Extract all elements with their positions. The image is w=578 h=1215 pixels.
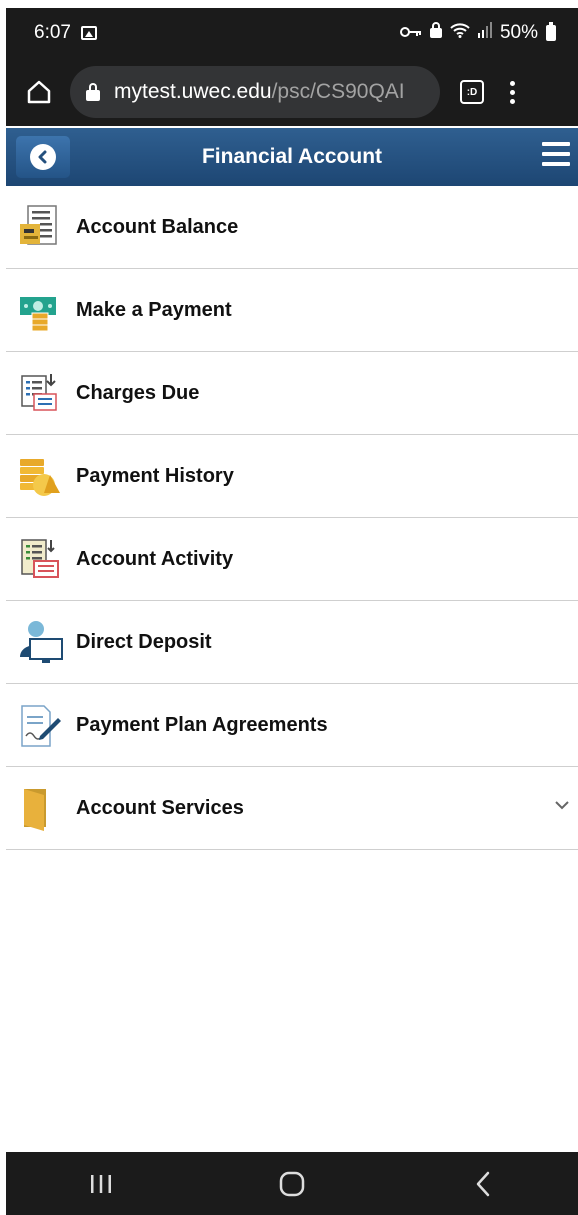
payment-plan-icon — [14, 700, 64, 750]
lock-icon — [86, 83, 100, 101]
account-activity-icon — [14, 534, 64, 584]
charges-due-icon — [14, 368, 64, 418]
menu-item-payment-plan-agreements[interactable]: Payment Plan Agreements — [6, 684, 578, 767]
url-domain: mytest.uwec.edu — [114, 80, 272, 103]
lock-status-icon — [429, 22, 442, 44]
menu-item-payment-history[interactable]: Payment History — [6, 435, 578, 518]
back-button[interactable] — [16, 136, 70, 178]
page-title: Financial Account — [201, 145, 383, 168]
folder-icon — [14, 783, 64, 833]
menu-item-account-services[interactable]: Account Services — [6, 767, 578, 850]
menu-item-label: Payment History — [76, 464, 234, 487]
chevron-down-icon[interactable] — [554, 797, 570, 815]
hamburger-menu-icon[interactable] — [542, 140, 570, 168]
menu-item-label: Account Balance — [76, 215, 239, 238]
home-icon[interactable] — [22, 75, 56, 109]
tab-switcher-button[interactable]: :D — [460, 80, 484, 104]
menu-item-account-activity[interactable]: Account Activity — [6, 518, 578, 601]
financial-account-menu: Account Balance Make a Payment Charges D… — [6, 186, 578, 850]
menu-item-label: Payment Plan Agreements — [76, 713, 328, 736]
app-header: Financial Account — [6, 128, 578, 186]
menu-item-make-a-payment[interactable]: Make a Payment — [6, 269, 578, 352]
status-bar: 6:07 50% — [6, 8, 578, 58]
menu-item-label: Account Activity — [76, 547, 234, 570]
system-back-icon[interactable] — [453, 1159, 513, 1209]
payment-history-icon — [14, 451, 64, 501]
key-icon — [399, 25, 422, 42]
account-balance-icon — [14, 202, 64, 252]
direct-deposit-icon — [14, 617, 64, 667]
menu-item-label: Charges Due — [76, 381, 200, 404]
menu-item-label: Make a Payment — [76, 298, 232, 321]
wifi-icon — [450, 22, 470, 44]
menu-item-label: Account Services — [76, 796, 244, 819]
menu-item-charges-due[interactable]: Charges Due — [6, 352, 578, 435]
url-path: /psc/CS90QAI — [271, 80, 405, 103]
chevron-left-icon — [30, 144, 56, 170]
image-icon — [80, 26, 97, 40]
browser-toolbar: mytest.uwec.edu/psc/CS90QAI :D — [6, 58, 578, 126]
more-options-icon[interactable] — [510, 80, 515, 104]
battery-text: 50% — [499, 22, 538, 43]
make-payment-icon — [14, 285, 64, 335]
battery-icon — [546, 22, 556, 41]
url-bar[interactable]: mytest.uwec.edu/psc/CS90QAI — [70, 66, 440, 118]
status-time: 6:07 — [34, 22, 71, 43]
signal-icon — [477, 22, 492, 44]
menu-item-label: Direct Deposit — [76, 630, 212, 653]
system-home-icon[interactable] — [262, 1159, 322, 1209]
menu-item-account-balance[interactable]: Account Balance — [6, 186, 578, 269]
menu-item-direct-deposit[interactable]: Direct Deposit — [6, 601, 578, 684]
system-nav-bar — [6, 1152, 578, 1215]
recent-apps-icon[interactable] — [71, 1159, 131, 1209]
